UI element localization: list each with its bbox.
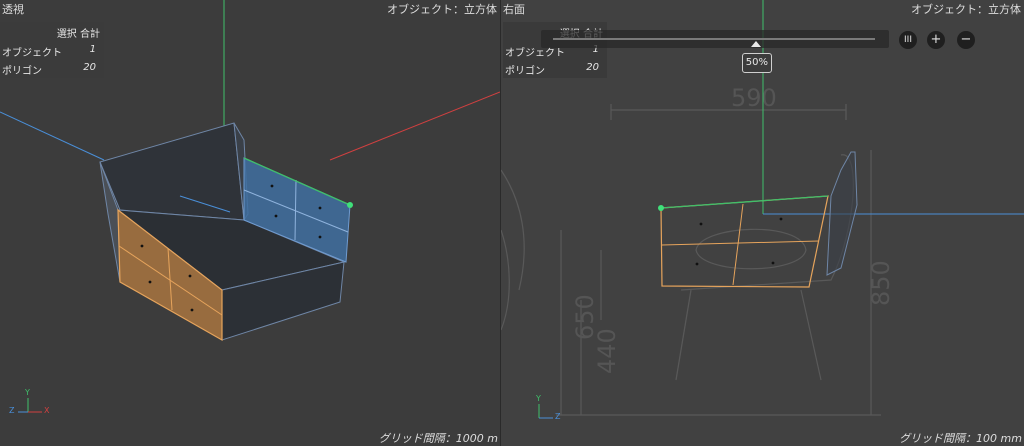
- right-viewport[interactable]: 590 650 440 850 右面 オブジェクト：立方体 選択 合計 オブジェ…: [501, 0, 1024, 446]
- z-axis-label: Z: [555, 412, 561, 421]
- perspective-viewport[interactable]: 透視 オブジェクト：立方体 選択 合計 オブジェクト 1 ポリゴン 20 Y X…: [0, 0, 500, 446]
- stats-label: ポリゴン: [505, 66, 545, 77]
- zoom-in-button[interactable]: +: [927, 31, 945, 49]
- stats-value: 20: [83, 62, 96, 73]
- backrest-side-polygon[interactable]: [826, 151, 858, 276]
- grid-spacing-label: グリッド間隔：1000 m: [378, 432, 498, 445]
- zoom-slider[interactable]: [541, 30, 889, 48]
- grid-spacing-label: グリッド間隔：100 mm: [899, 432, 1022, 445]
- zoom-slider-thumb[interactable]: [750, 41, 761, 47]
- stats-row-polygons: ポリゴン 20: [505, 62, 599, 77]
- stats-label: オブジェクト: [505, 48, 565, 59]
- stats-value: 1: [89, 44, 96, 55]
- stats-label: オブジェクト: [2, 48, 62, 59]
- stats-header: 選択 合計: [56, 29, 100, 40]
- x-axis-label: X: [44, 406, 50, 415]
- dimension-total-height: 850: [867, 260, 895, 306]
- x-axis-line: [329, 91, 500, 161]
- backrest-polygon[interactable]: [99, 122, 245, 221]
- axis-gizmo: Y Z: [527, 394, 567, 428]
- zoom-value: 50%: [741, 53, 772, 73]
- y-axis-label: Y: [25, 388, 30, 397]
- object-label: オブジェクト：立方体: [387, 3, 497, 16]
- z-axis-label: Z: [9, 406, 15, 415]
- stats-panel: 選択 合計 オブジェクト 1 ポリゴン 20: [0, 22, 104, 78]
- viewport-name[interactable]: 右面: [503, 1, 525, 17]
- selected-side-polygons[interactable]: [658, 195, 829, 288]
- z-axis-line: [0, 111, 105, 161]
- zoom-out-button[interactable]: −: [957, 31, 975, 49]
- object-label: オブジェクト：立方体: [911, 3, 1021, 16]
- pause-button[interactable]: III: [899, 31, 917, 49]
- dimension-width: 590: [731, 84, 777, 112]
- stats-row-objects: オブジェクト 1: [2, 44, 96, 59]
- chair-blueprint: [501, 104, 881, 416]
- axis-gizmo: Y X Z: [8, 388, 58, 422]
- viewport-name[interactable]: 透視: [2, 1, 24, 17]
- dimension-seat-height: 440: [593, 328, 621, 374]
- zoom-slider-track[interactable]: [553, 38, 875, 40]
- stats-label: ポリゴン: [2, 66, 42, 77]
- stats-row-polygons: ポリゴン 20: [2, 62, 96, 77]
- y-axis-label: Y: [536, 394, 541, 403]
- stats-value: 20: [586, 62, 599, 73]
